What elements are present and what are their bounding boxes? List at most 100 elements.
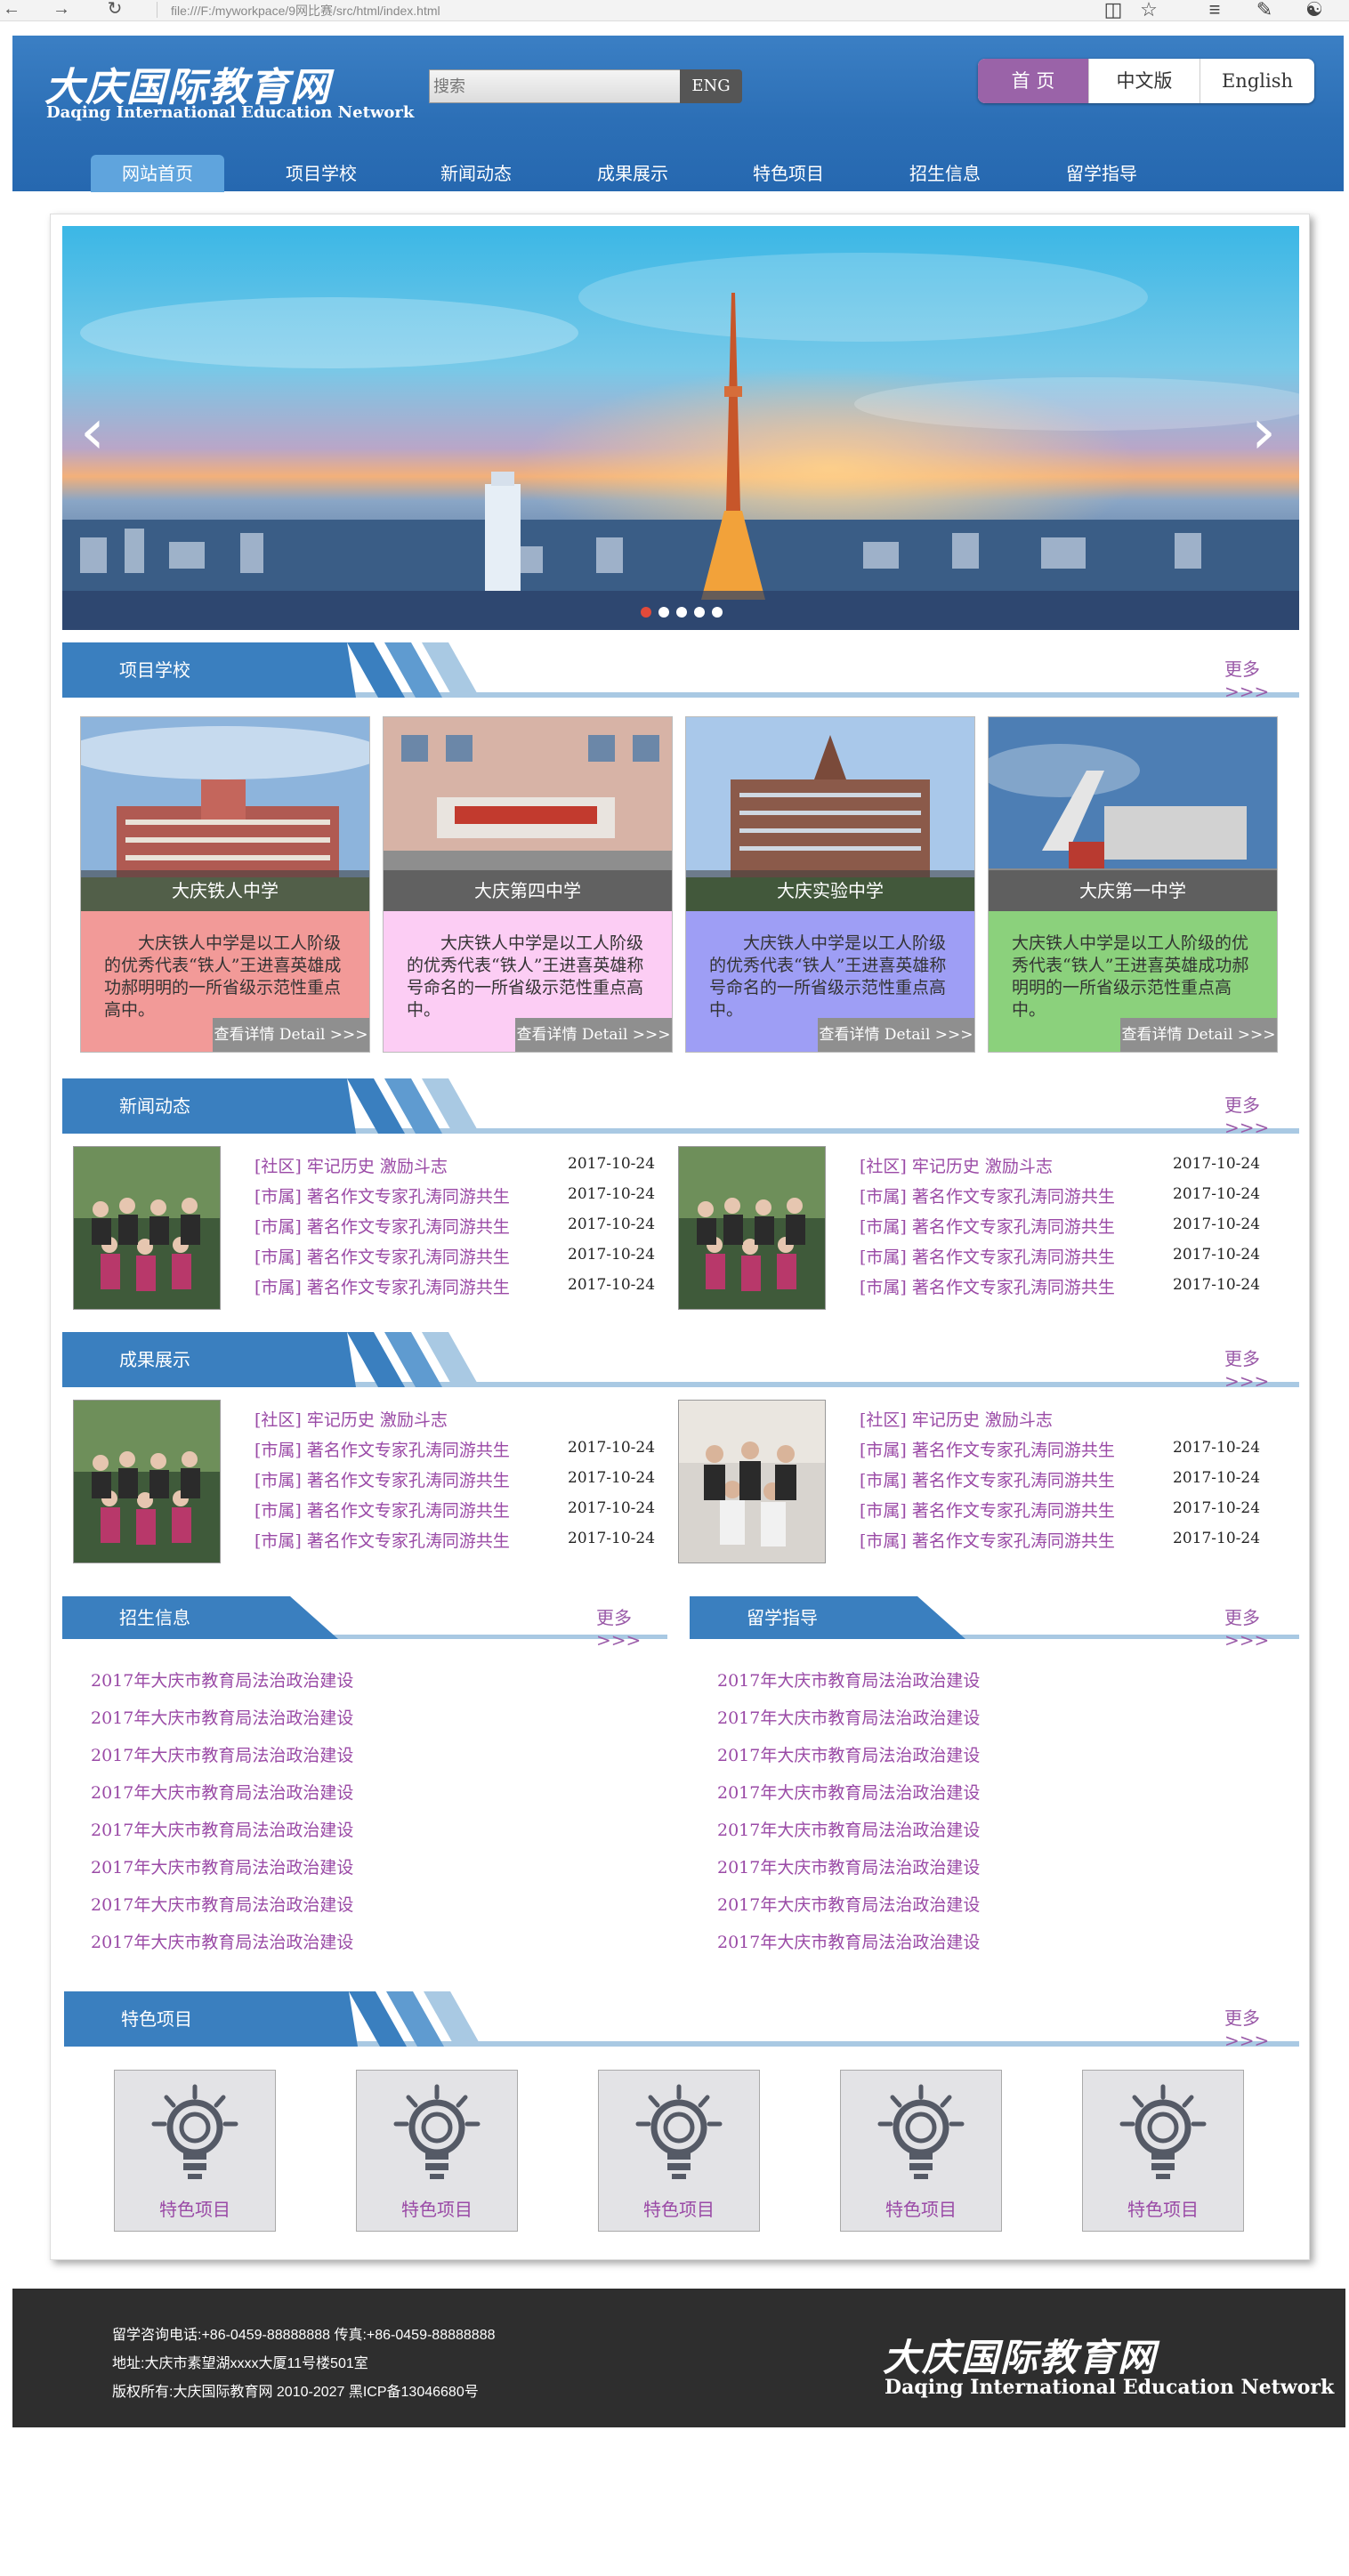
study-abroad-link[interactable]: 2017年大庆市教育局法治政治建设 (717, 1742, 980, 1766)
study-abroad-link[interactable]: 2017年大庆市教育局法治政治建设 (717, 1668, 980, 1692)
section-header-results: 成果展示 更多 >>> (62, 1332, 1299, 1392)
section-tab (62, 1332, 356, 1387)
lang-home-button[interactable]: 首 页 (978, 59, 1088, 103)
news-thumbnail[interactable] (678, 1146, 826, 1310)
enrollment-link[interactable]: 2017年大庆市教育局法治政治建设 (91, 1929, 353, 1953)
news-item-title[interactable]: [市属] 著名作文专家孔涛同游共生 (254, 1183, 510, 1207)
enrollment-link[interactable]: 2017年大庆市教育局法治政治建设 (91, 1854, 353, 1878)
share-icon[interactable]: ☯ (1301, 0, 1328, 21)
study-abroad-link[interactable]: 2017年大庆市教育局法治政治建设 (717, 1817, 980, 1841)
back-icon[interactable]: ← (0, 0, 23, 20)
nav-home[interactable]: 网站首页 (91, 155, 224, 192)
study-abroad-link[interactable]: 2017年大庆市教育局法治政治建设 (717, 1854, 980, 1878)
lang-chinese-button[interactable]: 中文版 (1088, 59, 1200, 103)
banner-image (62, 226, 1299, 630)
address-bar[interactable]: file:///F:/myworkpace/9网比赛/src/html/inde… (171, 2, 440, 20)
results-item-title[interactable]: [市属] 著名作文专家孔涛同游共生 (860, 1467, 1115, 1491)
results-item-date: 2017-10-24 (568, 1439, 656, 1457)
nav-schools[interactable]: 项目学校 (254, 155, 388, 192)
news-item-title[interactable]: [市属] 著名作文专家孔涛同游共生 (860, 1183, 1115, 1207)
more-link[interactable]: 更多 >>> (1224, 1091, 1299, 1138)
results-item-title[interactable]: [市属] 著名作文专家孔涛同游共生 (860, 1437, 1115, 1461)
study-abroad-link[interactable]: 2017年大庆市教育局法治政治建设 (717, 1780, 980, 1804)
feature-card[interactable]: 特色项目 (114, 2070, 276, 2232)
footer-logo-english: Daqing International Education Network (885, 2376, 1335, 2399)
school-card[interactable]: 大庆铁人中学 大庆铁人中学是以工人阶级的优秀代表“铁人”王进喜英雄成功郝明明的一… (80, 716, 370, 1053)
enrollment-link[interactable]: 2017年大庆市教育局法治政治建设 (91, 1742, 353, 1766)
news-item-title[interactable]: [市属] 著名作文专家孔涛同游共生 (860, 1274, 1115, 1298)
results-item-title[interactable]: [市属] 著名作文专家孔涛同游共生 (860, 1528, 1115, 1552)
favorite-star-icon[interactable]: ☆ (1135, 0, 1162, 21)
nav-features[interactable]: 特色项目 (722, 155, 855, 192)
news-item-title[interactable]: [社区] 牢记历史 激励斗志 (254, 1153, 448, 1177)
enrollment-link[interactable]: 2017年大庆市教育局法治政治建设 (91, 1780, 353, 1804)
results-thumbnail[interactable] (678, 1400, 826, 1563)
news-thumbnail[interactable] (73, 1146, 221, 1310)
school-card[interactable]: 大庆第一中学 大庆铁人中学是以工人阶级的优秀代表“铁人”王进喜英雄成功郝明明的一… (988, 716, 1278, 1053)
news-item-title[interactable]: [市属] 著名作文专家孔涛同游共生 (860, 1214, 1115, 1238)
detail-button[interactable]: 查看详情 Detail >>> (515, 1018, 672, 1052)
results-item-title[interactable]: [市属] 著名作文专家孔涛同游共生 (254, 1528, 510, 1552)
banner-carousel[interactable]: ‹ › (62, 226, 1299, 630)
news-item-title[interactable]: [社区] 牢记历史 激励斗志 (860, 1153, 1053, 1177)
banner-dot-3[interactable] (676, 607, 687, 618)
lightbulb-gear-icon (151, 2084, 238, 2179)
enrollment-link[interactable]: 2017年大庆市教育局法治政治建设 (91, 1817, 353, 1841)
banner-dot-1[interactable] (641, 607, 651, 618)
news-item-title[interactable]: [市属] 著名作文专家孔涛同游共生 (860, 1244, 1115, 1268)
more-link[interactable]: 更多 >>> (596, 1603, 667, 1651)
hub-icon[interactable]: ≡ (1201, 0, 1228, 21)
results-item-title[interactable]: [市属] 著名作文专家孔涛同游共生 (254, 1467, 510, 1491)
reading-view-icon[interactable]: ◫ (1100, 0, 1127, 21)
more-link[interactable]: 更多 >>> (1224, 1345, 1299, 1392)
detail-button[interactable]: 查看详情 Detail >>> (213, 1018, 369, 1052)
lang-english-button[interactable]: English (1200, 59, 1314, 103)
school-card[interactable]: 大庆第四中学 大庆铁人中学是以工人阶级的优秀代表“铁人”王进喜英雄称号命名的一所… (383, 716, 673, 1053)
results-item-title[interactable]: [社区] 牢记历史 激励斗志 (860, 1407, 1053, 1431)
search-button[interactable]: ENG (680, 69, 742, 103)
web-note-icon[interactable]: ✎ (1251, 0, 1278, 21)
more-link[interactable]: 更多 >>> (1224, 2004, 1299, 2051)
nav-news[interactable]: 新闻动态 (409, 155, 543, 192)
more-link[interactable]: 更多 >>> (1224, 1603, 1299, 1651)
enrollment-link[interactable]: 2017年大庆市教育局法治政治建设 (91, 1892, 353, 1916)
results-item-title[interactable]: [市属] 著名作文专家孔涛同游共生 (254, 1437, 510, 1461)
detail-button[interactable]: 查看详情 Detail >>> (818, 1018, 974, 1052)
detail-button[interactable]: 查看详情 Detail >>> (1120, 1018, 1277, 1052)
banner-dot-2[interactable] (658, 607, 669, 618)
school-card[interactable]: 大庆实验中学 大庆铁人中学是以工人阶级的优秀代表“铁人”王进喜英雄称号命名的一所… (685, 716, 975, 1053)
more-link[interactable]: 更多 >>> (1224, 655, 1299, 702)
refresh-icon[interactable]: ↻ (103, 0, 126, 20)
results-item-date: 2017-10-24 (1173, 1469, 1261, 1487)
footer-contact: 留学咨询电话:+86-0459-88888888 传真:+86-0459-888… (112, 2328, 496, 2343)
enrollment-link[interactable]: 2017年大庆市教育局法治政治建设 (91, 1705, 353, 1729)
search-input[interactable] (429, 69, 689, 103)
footer-logo[interactable]: 大庆国际教育网 (883, 2328, 1157, 2382)
results-thumbnail[interactable] (73, 1400, 221, 1563)
study-abroad-link[interactable]: 2017年大庆市教育局法治政治建设 (717, 1929, 980, 1953)
banner-next-arrow[interactable]: › (1251, 395, 1276, 468)
enrollment-link[interactable]: 2017年大庆市教育局法治政治建设 (91, 1668, 353, 1692)
results-item-title[interactable]: [市属] 著名作文专家孔涛同游共生 (254, 1498, 510, 1522)
news-item-title[interactable]: [市属] 著名作文专家孔涛同游共生 (254, 1244, 510, 1268)
results-item-title[interactable]: [社区] 牢记历史 激励斗志 (254, 1407, 448, 1431)
results-item-date: 2017-10-24 (1173, 1439, 1261, 1457)
banner-dot-5[interactable] (712, 607, 723, 618)
study-abroad-link[interactable]: 2017年大庆市教育局法治政治建设 (717, 1705, 980, 1729)
section-header-features: 特色项目 更多 >>> (64, 1991, 1299, 2051)
news-item-title[interactable]: [市属] 著名作文专家孔涛同游共生 (254, 1274, 510, 1298)
nav-study-abroad[interactable]: 留学指导 (1035, 155, 1168, 192)
nav-enrollment[interactable]: 招生信息 (878, 155, 1012, 192)
forward-icon[interactable]: → (50, 0, 73, 20)
results-item-title[interactable]: [市属] 著名作文专家孔涛同游共生 (860, 1498, 1115, 1522)
section-tab (64, 1991, 358, 2047)
feature-card[interactable]: 特色项目 (598, 2070, 760, 2232)
feature-card[interactable]: 特色项目 (356, 2070, 518, 2232)
feature-card[interactable]: 特色项目 (1082, 2070, 1244, 2232)
banner-dot-4[interactable] (694, 607, 705, 618)
nav-results[interactable]: 成果展示 (566, 155, 699, 192)
banner-prev-arrow[interactable]: ‹ (80, 395, 105, 468)
study-abroad-link[interactable]: 2017年大庆市教育局法治政治建设 (717, 1892, 980, 1916)
news-item-title[interactable]: [市属] 著名作文专家孔涛同游共生 (254, 1214, 510, 1238)
feature-card[interactable]: 特色项目 (840, 2070, 1002, 2232)
